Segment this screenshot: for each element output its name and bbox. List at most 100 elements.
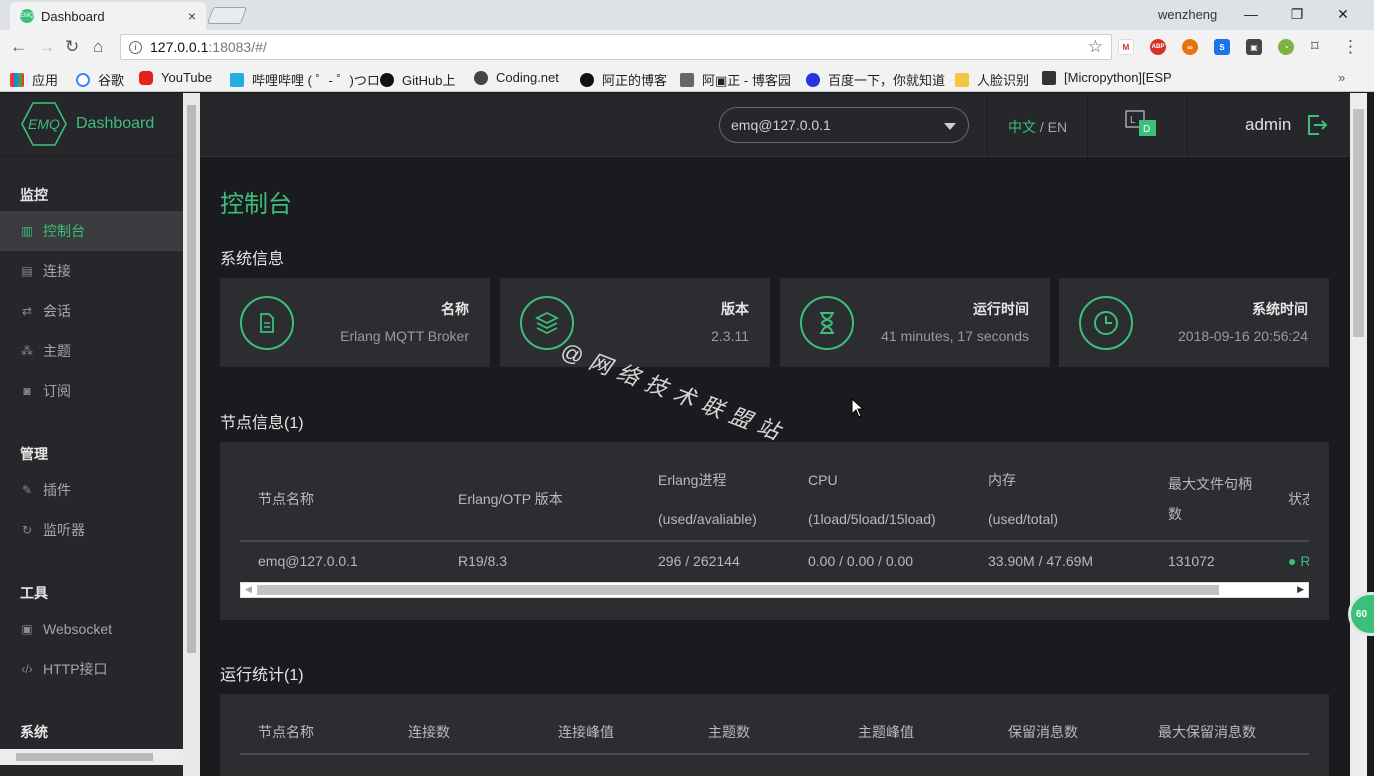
bookmark-baidu[interactable]: 百度一下，你就知道 — [806, 70, 945, 89]
header-divider — [987, 93, 988, 157]
table-cell: 0.00 / 0.00 / 0.00 — [808, 553, 914, 569]
bookmark-youtube[interactable]: YouTube — [139, 70, 212, 85]
plug-icon: ✎ — [21, 483, 33, 497]
cnblogs-icon — [680, 72, 694, 87]
scroll-right-icon[interactable]: ▶ — [1297, 584, 1304, 595]
menu-icon[interactable]: ⋮ — [1342, 37, 1359, 57]
table-header: 主题数 — [708, 724, 750, 740]
bookmark-apps[interactable]: 应用 — [10, 70, 58, 89]
youtube-icon — [139, 70, 153, 85]
sidebar-item-subscriptions[interactable]: ◙ 订阅 — [0, 371, 183, 411]
logout-icon[interactable] — [1306, 114, 1328, 136]
table-header-sub: 数 — [1168, 506, 1182, 522]
bookmark-coding[interactable]: Coding.net — [474, 70, 559, 85]
table-header: 主题峰值 — [858, 724, 914, 740]
bookmark-manager-icon[interactable]: ⌑ — [1311, 37, 1319, 55]
sidebar-hscrollbar-thumb[interactable] — [16, 753, 153, 761]
minimize-button[interactable]: — — [1228, 0, 1274, 28]
scroll-left-icon[interactable]: ◀ — [245, 584, 252, 595]
theme-switch-icon[interactable]: L D — [1125, 110, 1157, 138]
s-extension-icon[interactable]: S — [1214, 39, 1230, 55]
info-card-name: 名称 Erlang MQTT Broker — [220, 278, 490, 367]
green-extension-icon[interactable]: ◔ — [1278, 39, 1294, 55]
table-cell: emq@127.0.0.1 — [258, 553, 358, 569]
bookmark-cnblogs[interactable]: 阿▣正 - 博客园 — [680, 70, 791, 89]
lang-en[interactable]: EN — [1048, 119, 1067, 135]
sidebar-item-plugins[interactable]: ✎ 插件 — [0, 470, 183, 510]
websocket-icon: ▣ — [21, 622, 33, 636]
server-icon: ▤ — [21, 264, 33, 278]
table-hscrollbar[interactable]: ◀ ▶ — [240, 582, 1309, 598]
sidebar-divider — [0, 155, 183, 156]
svg-text:L: L — [1130, 115, 1136, 126]
browser-tab[interactable]: EMQ Dashboard × — [10, 2, 206, 30]
bookmarks-overflow-icon[interactable]: » — [1338, 70, 1345, 85]
sidebar: EMQ Dashboard 监控 ▥ 控制台 ▤ 连接 ⇄ 会话 ⁂ 主题 ◙ 订阅 管理… — [0, 93, 200, 776]
coding-icon — [474, 70, 488, 85]
card-label: 系统时间 — [1252, 301, 1308, 317]
back-icon[interactable]: ← — [10, 37, 27, 57]
page-title: 控制台 — [220, 191, 292, 218]
bookmark-blog[interactable]: 阿正的博客 — [580, 70, 667, 89]
sidebar-item-listeners[interactable]: ↻ 监听器 — [0, 510, 183, 550]
close-window-button[interactable]: ✕ — [1320, 0, 1366, 28]
home-icon[interactable]: ⌂ — [93, 37, 103, 57]
sidebar-item-http-api[interactable]: ‹/› HTTP接口 — [0, 649, 183, 689]
chevron-down-icon — [944, 123, 956, 130]
sidebar-item-topics[interactable]: ⁂ 主题 — [0, 331, 183, 371]
restore-button[interactable]: ❐ — [1274, 0, 1320, 28]
sidebar-item-websocket[interactable]: ▣ Websocket — [0, 609, 183, 649]
reload-icon[interactable]: ↻ — [65, 37, 79, 57]
card-label: 名称 — [441, 301, 469, 317]
section-system-title: 系统 — [20, 724, 48, 740]
table-header-sub: (used/avaliable) — [658, 511, 757, 527]
bookmark-bilibili[interactable]: 哔哩哔哩 ( ゜- ゜)つロ — [230, 70, 380, 89]
new-tab-button[interactable] — [206, 7, 248, 24]
header-divider — [1187, 93, 1188, 157]
sidebar-item-console[interactable]: ▥ 控制台 — [0, 211, 183, 251]
table-header: 节点名称 — [258, 491, 314, 507]
bookmark-github[interactable]: GitHub上 — [380, 70, 455, 89]
emq-hex-logo-icon: EMQ — [21, 102, 67, 146]
sidebar-item-sessions[interactable]: ⇄ 会话 — [0, 291, 183, 331]
url-path: :18083/#/ — [208, 39, 267, 55]
bar-chart-icon: ▥ — [21, 224, 33, 238]
profile-name[interactable]: wenzheng — [1158, 7, 1217, 22]
table-hscrollbar-thumb[interactable] — [257, 585, 1219, 595]
forward-icon[interactable]: → — [38, 37, 55, 57]
node-select-value: emq@127.0.0.1 — [731, 117, 831, 133]
page-scrollbar[interactable] — [1350, 93, 1367, 776]
emq-favicon-icon: EMQ — [20, 9, 34, 23]
refresh-icon: ↻ — [21, 523, 33, 537]
username: admin — [1245, 115, 1292, 134]
logo[interactable]: EMQ Dashboard — [20, 101, 154, 147]
close-tab-icon[interactable]: × — [188, 8, 196, 24]
stats-title: 运行统计(1) — [220, 667, 304, 684]
infinity-extension-icon[interactable]: ∞ — [1182, 39, 1198, 55]
node-select[interactable]: emq@127.0.0.1 — [719, 107, 969, 143]
image-extension-icon[interactable]: ▣ — [1246, 39, 1262, 55]
rss-icon: ◙ — [23, 384, 31, 398]
bookmark-micropython[interactable]: [Micropython][ESP — [1042, 70, 1172, 85]
page-scrollbar-thumb[interactable] — [1353, 109, 1364, 337]
section-manage-title: 管理 — [20, 446, 48, 462]
sidebar-scrollbar-thumb[interactable] — [187, 105, 196, 653]
sidebar-scrollbar[interactable] — [183, 93, 200, 776]
github-icon — [380, 72, 394, 87]
theme-badge-text: D — [1143, 124, 1150, 135]
sidebar-item-connections[interactable]: ▤ 连接 — [0, 251, 183, 291]
bookmark-google[interactable]: 谷歌 — [76, 70, 124, 89]
bookmark-star-icon[interactable]: ☆ — [1088, 37, 1103, 57]
bookmark-face[interactable]: 人脸识别 — [955, 70, 1029, 89]
adblock-extension-icon[interactable]: ABP — [1150, 39, 1166, 55]
language-switch[interactable]: 中文 / EN — [1008, 117, 1067, 137]
sidebar-hscrollbar[interactable] — [0, 749, 183, 765]
micropython-icon — [1042, 70, 1056, 85]
site-info-icon[interactable]: i — [129, 40, 142, 54]
url-input[interactable]: i 127.0.0.1 :18083/#/ ☆ — [120, 34, 1112, 60]
gmail-extension-icon[interactable]: M — [1118, 39, 1134, 55]
lang-zh[interactable]: 中文 — [1008, 119, 1036, 135]
logo-badge-text: EMQ — [28, 116, 60, 132]
table-cell: 131072 — [1168, 553, 1215, 569]
header-divider — [1087, 93, 1088, 157]
